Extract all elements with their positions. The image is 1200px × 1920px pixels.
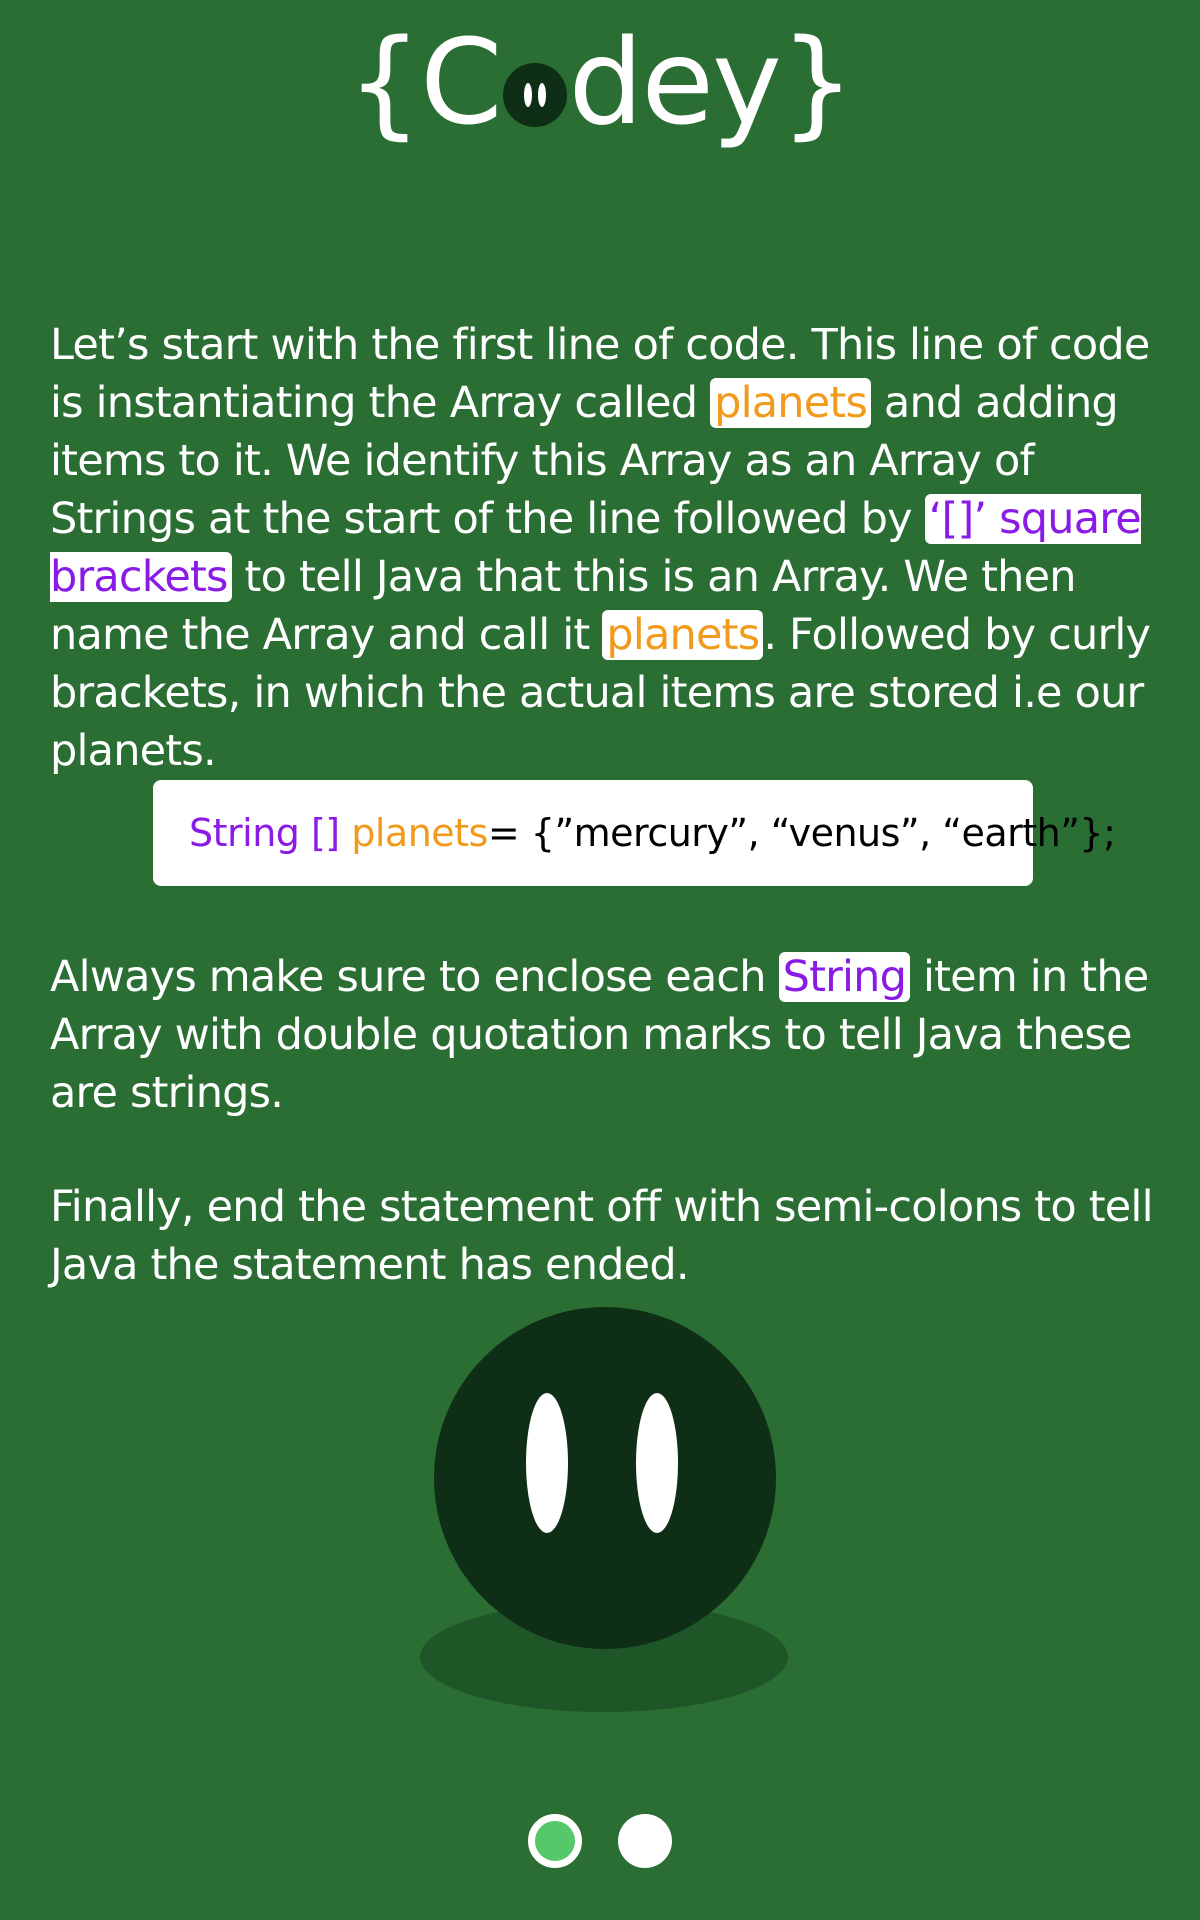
- code-snippet: String [] planets = {”mercury”, “venus”,…: [153, 780, 1116, 886]
- semicolon-paragraph: Finally, end the statement off with semi…: [50, 1182, 1154, 1290]
- quotation-paragraph: Always make sure to enclose each String …: [50, 952, 1149, 1118]
- code-variable: planets: [351, 811, 488, 855]
- logo-text-start: {C: [347, 13, 502, 151]
- highlight-string: String: [778, 952, 911, 1002]
- highlight-planets-2: planets: [602, 610, 764, 660]
- codey-logo: {C dey}: [0, 12, 1200, 152]
- page-dot-1[interactable]: [528, 1814, 582, 1868]
- highlight-planets: planets: [710, 378, 872, 428]
- page-dot-2[interactable]: [618, 1814, 672, 1868]
- mascot-left-eye: [526, 1393, 568, 1533]
- mascot-icon: [434, 1307, 776, 1649]
- mascot-right-eye: [636, 1393, 678, 1533]
- code-values: = {”mercury”, “venus”, “earth”};: [487, 811, 1116, 855]
- logo-text-end: dey}: [568, 13, 855, 151]
- page-indicator: [0, 1814, 1200, 1868]
- intro-paragraph: Let’s start with the first line of code.…: [50, 320, 1151, 776]
- code-type: String []: [189, 811, 340, 855]
- logo-mascot-icon: [502, 63, 567, 127]
